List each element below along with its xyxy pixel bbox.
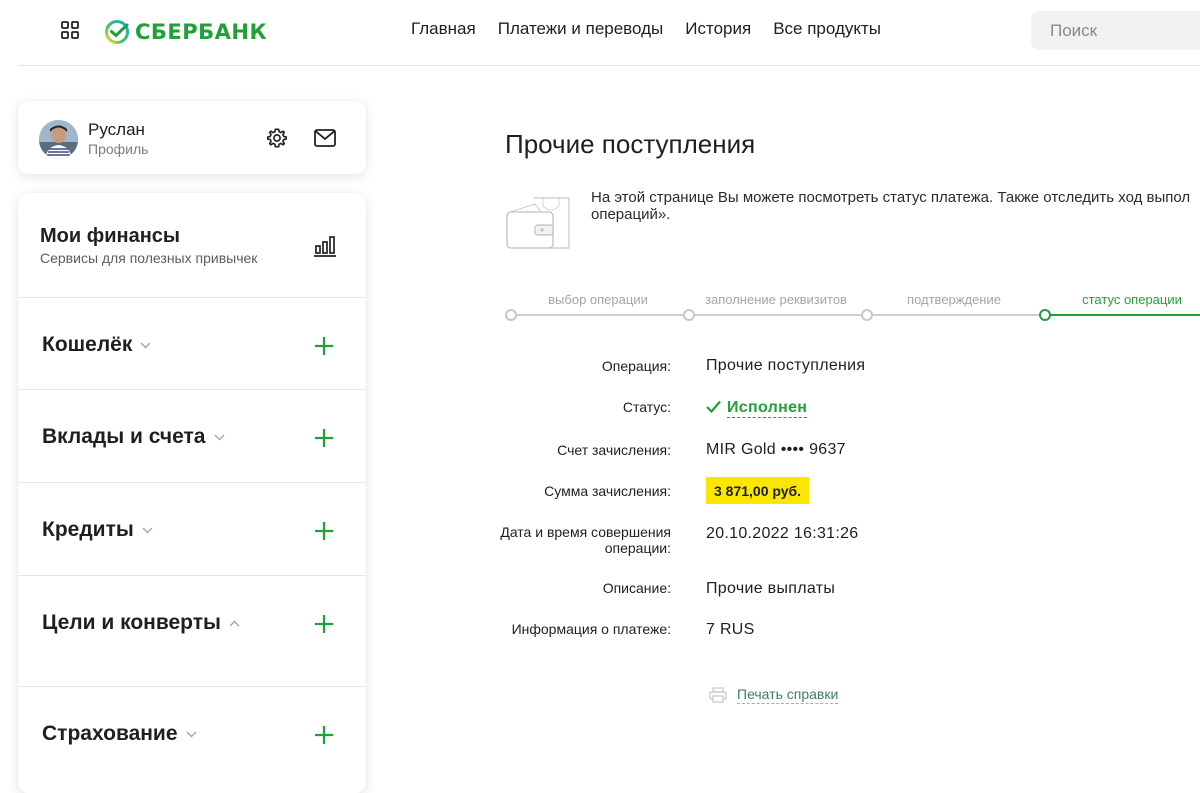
menu-section-wallet[interactable]: Кошелёк xyxy=(18,297,366,390)
gear-icon[interactable] xyxy=(266,127,288,149)
detail-value: 20.10.2022 16:31:26 xyxy=(706,525,859,542)
avatar-photo-icon xyxy=(39,120,78,159)
info-text-line: На этой странице Вы можете посмотреть ст… xyxy=(591,189,1191,206)
menu-section-label: Кредиты xyxy=(42,518,134,541)
profile-subtitle[interactable]: Профиль xyxy=(88,141,148,157)
avatar[interactable] xyxy=(39,120,78,159)
detail-label: Информация о платеже: xyxy=(511,621,671,637)
step-dot-2 xyxy=(683,309,695,321)
nav-home[interactable]: Главная xyxy=(411,19,476,39)
chevron-down-icon xyxy=(186,731,197,738)
menu-section-label: Вклады и счета xyxy=(42,425,206,448)
menu-section-credits[interactable]: Кредиты xyxy=(18,482,366,576)
plus-icon[interactable] xyxy=(314,725,334,745)
checkmark-icon xyxy=(706,400,721,413)
nav-all-products[interactable]: Все продукты xyxy=(773,19,881,39)
detail-label: Счет зачисления: xyxy=(557,442,671,458)
step-label-4: статус операции xyxy=(1082,292,1182,307)
finances-subtitle: Сервисы для полезных привычек xyxy=(40,250,258,266)
header-divider xyxy=(18,65,1200,66)
progress-track xyxy=(509,314,1044,316)
step-dot-1 xyxy=(505,309,517,321)
menu-section-goals[interactable]: Цели и конверты xyxy=(18,575,366,687)
page-title: Прочие поступления xyxy=(505,129,756,159)
chevron-up-icon xyxy=(229,620,240,627)
mail-icon[interactable] xyxy=(314,128,336,148)
finances-menu-card: Мои финансы Сервисы для полезных привыче… xyxy=(18,193,366,793)
detail-label: Статус: xyxy=(622,399,671,415)
main-nav: Главная Платежи и переводы История Все п… xyxy=(411,19,903,39)
nav-history[interactable]: История xyxy=(685,19,751,39)
step-dot-4 xyxy=(1039,309,1051,321)
detail-value: 7 RUS xyxy=(706,621,755,638)
detail-value: Прочие поступления xyxy=(706,357,866,374)
step-dot-3 xyxy=(861,309,873,321)
printer-icon xyxy=(709,687,727,703)
progress-track-active xyxy=(1044,314,1200,316)
search-input[interactable] xyxy=(1031,11,1200,50)
amount-value: 3 871,00 руб. xyxy=(706,477,810,504)
logo-text: СБЕРБАНК xyxy=(135,20,268,44)
menu-section-deposits[interactable]: Вклады и счета xyxy=(18,389,366,483)
chevron-down-icon xyxy=(213,434,225,441)
step-label-2: заполнение реквизитов xyxy=(705,292,847,307)
plus-icon[interactable] xyxy=(314,614,334,634)
detail-value: MIR Gold •••• 9637 xyxy=(706,441,846,458)
info-text: На этой странице Вы можете посмотреть ст… xyxy=(591,189,1200,223)
finances-title[interactable]: Мои финансы xyxy=(40,225,180,248)
apps-grid-icon[interactable] xyxy=(61,21,79,39)
detail-value: Исполнен xyxy=(706,399,808,418)
menu-section-label: Кошелёк xyxy=(42,333,133,356)
detail-value: Прочие выплаты xyxy=(706,580,836,597)
plus-icon[interactable] xyxy=(314,521,334,541)
print-receipt-link[interactable]: Печать справки xyxy=(709,686,839,704)
sber-logo-icon xyxy=(105,20,129,44)
print-receipt-label[interactable]: Печать справки xyxy=(737,686,839,704)
chevron-down-icon xyxy=(140,342,151,349)
nav-payments[interactable]: Платежи и переводы xyxy=(498,19,664,39)
info-text-line: операций». xyxy=(591,206,671,223)
detail-label: Описание: xyxy=(602,580,671,596)
detail-value: 3 871,00 руб. xyxy=(706,477,810,504)
menu-section-label: Цели и конверты xyxy=(42,611,221,634)
detail-label: Сумма зачисления: xyxy=(544,483,671,499)
plus-icon[interactable] xyxy=(314,336,334,356)
menu-section-insurance[interactable]: Страхование xyxy=(18,686,366,787)
menu-section-label: Страхование xyxy=(42,722,178,745)
profile-name[interactable]: Руслан xyxy=(88,120,145,140)
plus-icon[interactable] xyxy=(314,428,334,448)
profile-card: Руслан Профиль xyxy=(18,101,366,174)
detail-label: Операция: xyxy=(601,358,671,374)
step-label-1: выбор операции xyxy=(548,292,648,307)
wallet-document-icon xyxy=(506,197,570,249)
bar-chart-icon[interactable] xyxy=(313,234,337,258)
progress-steps: выбор операции заполнение реквизитов под… xyxy=(505,292,1200,322)
chevron-down-icon xyxy=(142,527,153,534)
sberbank-logo[interactable]: СБЕРБАНК xyxy=(104,16,267,48)
status-value[interactable]: Исполнен xyxy=(727,399,808,418)
step-label-3: подтверждение xyxy=(907,292,1001,307)
top-header: СБЕРБАНК Главная Платежи и переводы Исто… xyxy=(0,0,1200,64)
detail-label: Дата и время совершения операции: xyxy=(500,524,671,556)
